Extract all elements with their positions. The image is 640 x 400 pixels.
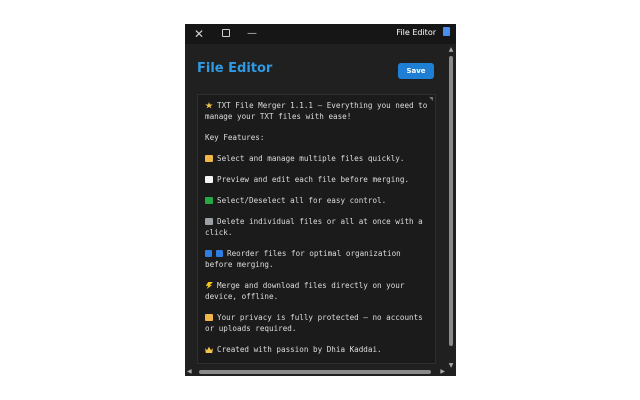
resize-grip-icon[interactable] (429, 97, 433, 101)
vertical-scrollbar[interactable]: ▲ ▼ (448, 46, 454, 376)
editor-line: TXT File Merger 1.1.1 – Everything you n… (205, 100, 428, 122)
window-title: File Editor (396, 28, 436, 37)
scroll-up-icon[interactable]: ▲ (448, 46, 454, 54)
document-icon (443, 27, 450, 36)
editor-text: TXT File Merger 1.1.1 – Everything you n… (198, 95, 435, 360)
sparkles-icon (205, 102, 213, 109)
info-icon (216, 250, 223, 257)
editor-line-text: Delete individual files or all at once w… (205, 217, 428, 237)
editor-line: Select/Deselect all for easy control. (205, 195, 428, 206)
save-button[interactable]: Save (398, 63, 434, 79)
lock-icon (205, 314, 213, 321)
title-bar: ✕ — File Editor (185, 24, 456, 44)
vertical-scroll-thumb[interactable] (449, 56, 453, 346)
page-title: File Editor (197, 61, 273, 76)
editor-line-text: TXT File Merger 1.1.1 – Everything you n… (205, 101, 432, 121)
horizontal-scrollbar[interactable]: ◀ ▶ (185, 368, 447, 376)
minimize-button[interactable]: — (241, 26, 263, 42)
folder-icon (205, 155, 213, 162)
close-icon: ✕ (193, 27, 205, 41)
maximize-icon (222, 29, 230, 37)
editor-line-text: Select/Deselect all for easy control. (217, 196, 387, 205)
horizontal-scroll-thumb[interactable] (199, 370, 431, 374)
crown-icon (205, 346, 213, 353)
editor-line-text: Created with passion by Dhia Kaddai. (217, 345, 382, 354)
memo-icon (205, 176, 213, 183)
lightning-icon (205, 282, 213, 289)
editor-line: Preview and edit each file before mergin… (205, 174, 428, 185)
scroll-right-icon[interactable]: ▶ (440, 368, 445, 376)
editor-line-text: Merge and download files directly on you… (205, 281, 410, 301)
editor-line-text: Key Features: (205, 133, 265, 142)
up-arrow-icon (205, 250, 212, 257)
minimize-icon: — (247, 28, 257, 39)
main-content: File Editor Save TXT File Merger 1.1.1 –… (185, 44, 446, 369)
scroll-left-icon[interactable]: ◀ (187, 368, 192, 376)
editor-line: Your privacy is fully protected – no acc… (205, 312, 428, 334)
editor-line: Select and manage multiple files quickly… (205, 153, 428, 164)
editor-line: Key Features: (205, 132, 428, 143)
editor-line: Delete individual files or all at once w… (205, 216, 428, 238)
file-editor-window: ✕ — File Editor File Editor Save TXT Fil… (185, 24, 456, 376)
editor-line-text: Reorder files for optimal organization b… (205, 249, 406, 269)
editor-line-text: Select and manage multiple files quickly… (217, 154, 405, 163)
editor-line: Created with passion by Dhia Kaddai. (205, 344, 428, 355)
editor-line-text: Preview and edit each file before mergin… (217, 175, 410, 184)
editor-line: Merge and download files directly on you… (205, 280, 428, 302)
maximize-button[interactable] (215, 26, 237, 42)
text-editor[interactable]: TXT File Merger 1.1.1 – Everything you n… (197, 94, 436, 364)
editor-line: Reorder files for optimal organization b… (205, 248, 428, 270)
close-button[interactable]: ✕ (188, 26, 210, 42)
wastebasket-icon (205, 218, 213, 225)
check-mark-icon (205, 197, 213, 204)
editor-line-text: Your privacy is fully protected – no acc… (205, 313, 428, 333)
scroll-down-icon[interactable]: ▼ (448, 362, 454, 370)
